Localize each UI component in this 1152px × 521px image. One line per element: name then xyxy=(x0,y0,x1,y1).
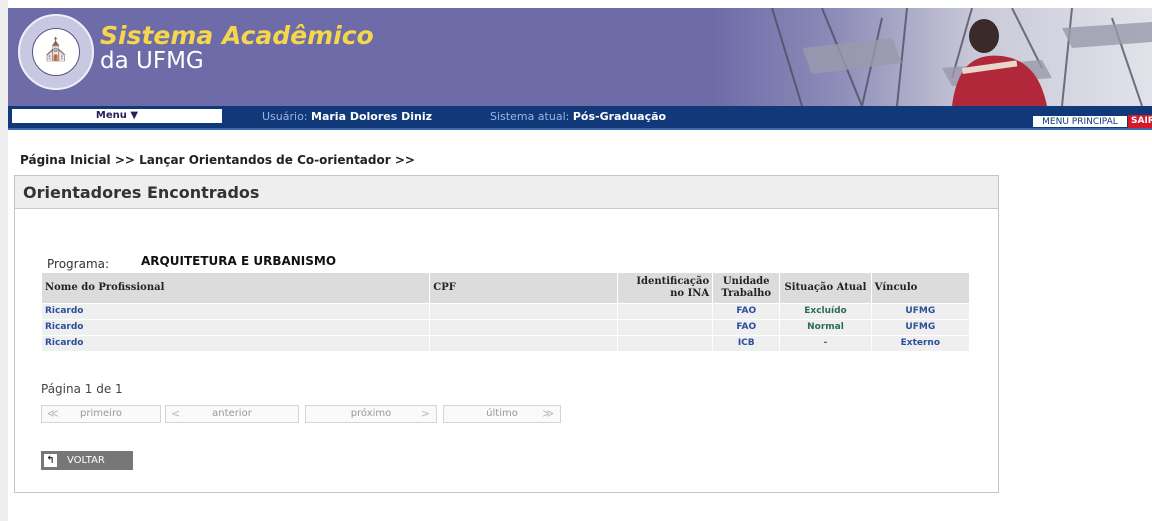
programa-label: Programa: xyxy=(47,257,110,271)
breadcrumb-current: Lançar Orientandos de Co-orientador xyxy=(139,153,391,167)
breadcrumb: Página Inicial >> Lançar Orientandos de … xyxy=(20,153,415,167)
page-edge xyxy=(0,0,8,521)
classroom-photo-image xyxy=(771,8,1152,106)
cell-cpf xyxy=(430,320,617,335)
table-row[interactable]: Ricardo FAO Normal UFMG xyxy=(42,320,969,335)
cell-vinculo: UFMG xyxy=(871,320,969,335)
col-header-ina: Identificação no INA xyxy=(617,273,713,303)
current-system: Sistema atual: Pós-Graduação xyxy=(490,110,666,124)
user-name: Maria Dolores Diniz xyxy=(311,110,433,123)
current-user: Usuário: Maria Dolores Diniz xyxy=(262,110,432,124)
cell-situacao: Normal xyxy=(780,320,871,335)
col-header-vinculo: Vínculo xyxy=(871,273,969,303)
col-header-unidade: Unidade Trabalho xyxy=(713,273,780,303)
col-header-cpf: CPF xyxy=(430,273,617,303)
menu-dropdown-button[interactable]: Menu ▼ xyxy=(12,109,222,123)
cell-vinculo: UFMG xyxy=(871,304,969,319)
panel-title: Orientadores Encontrados xyxy=(23,183,260,202)
pager-previous-button[interactable]: < anterior xyxy=(165,405,299,423)
cell-unidade: FAO xyxy=(713,304,780,319)
breadcrumb-home-link[interactable]: Página Inicial xyxy=(20,153,111,167)
user-label: Usuário: xyxy=(262,110,308,123)
col-header-nome: Nome do Profissional xyxy=(42,273,430,303)
system-subtitle: da UFMG xyxy=(100,48,204,74)
breadcrumb-separator: >> xyxy=(394,153,415,167)
pager-last-button[interactable]: último ≫ xyxy=(443,405,561,423)
voltar-button[interactable]: ↰ VOLTAR xyxy=(41,451,133,470)
ufmg-seal-icon: ⛪ xyxy=(18,14,94,90)
programa-value: ARQUITETURA E URBANISMO xyxy=(141,254,337,268)
pagination-info: Página 1 de 1 xyxy=(41,382,123,396)
orientadores-table: Nome do Profissional CPF Identificação n… xyxy=(41,272,970,352)
system-label: Sistema atual: xyxy=(490,110,570,123)
cell-nome[interactable]: Ricardo xyxy=(42,320,430,335)
table-row[interactable]: Ricardo ICB - Externo xyxy=(42,336,969,351)
sair-button[interactable]: SAIR xyxy=(1128,115,1152,128)
orientadores-panel: Orientadores Encontrados Programa: ARQUI… xyxy=(14,175,999,493)
system-name: Pós-Graduação xyxy=(572,110,667,123)
cell-nome[interactable]: Ricardo xyxy=(42,304,430,319)
table-header-row: Nome do Profissional CPF Identificação n… xyxy=(42,273,969,303)
header-photo xyxy=(712,8,1152,106)
table-row[interactable]: Ricardo FAO Excluído UFMG xyxy=(42,304,969,319)
cell-vinculo: Externo xyxy=(871,336,969,351)
chevron-right-icon: > xyxy=(420,407,430,420)
cell-nome[interactable]: Ricardo xyxy=(42,336,430,351)
cell-unidade: ICB xyxy=(713,336,780,351)
system-title: Sistema Acadêmico xyxy=(100,21,374,50)
cell-ina xyxy=(617,336,713,351)
pager-next-button[interactable]: próximo > xyxy=(305,405,437,423)
return-arrow-icon: ↰ xyxy=(44,454,57,467)
header-banner: ⛪ Sistema Acadêmico da UFMG xyxy=(8,8,1152,106)
cell-situacao: Excluído xyxy=(780,304,871,319)
cell-situacao: - xyxy=(780,336,871,351)
cell-ina xyxy=(617,304,713,319)
breadcrumb-separator: >> xyxy=(114,153,135,167)
double-chevron-right-icon: ≫ xyxy=(542,407,554,420)
pager-first-button[interactable]: ≪ primeiro xyxy=(41,405,161,423)
cell-unidade: FAO xyxy=(713,320,780,335)
cell-cpf xyxy=(430,336,617,351)
panel-header: Orientadores Encontrados xyxy=(15,176,998,209)
cell-cpf xyxy=(430,304,617,319)
top-navbar: Menu ▼ Usuário: Maria Dolores Diniz Sist… xyxy=(8,106,1152,130)
col-header-situacao: Situação Atual xyxy=(780,273,871,303)
menu-principal-button[interactable]: MENU PRINCIPAL xyxy=(1032,115,1128,128)
cell-ina xyxy=(617,320,713,335)
